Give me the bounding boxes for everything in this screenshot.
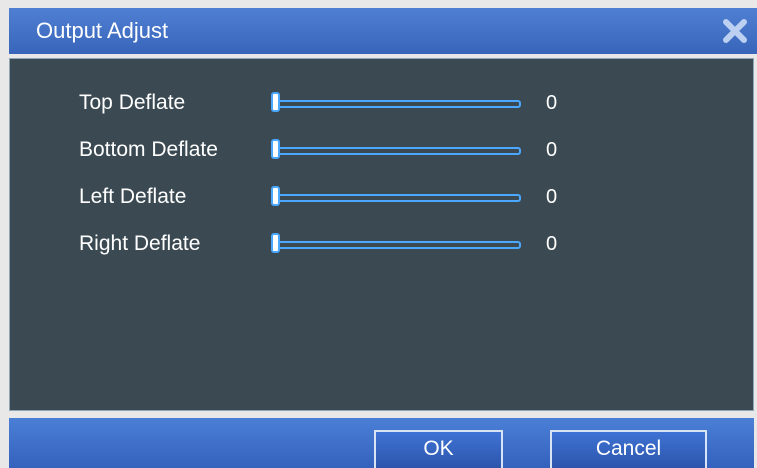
slider-track[interactable] bbox=[274, 147, 521, 155]
close-icon[interactable] bbox=[721, 17, 749, 45]
dialog-title: Output Adjust bbox=[36, 18, 169, 43]
top-deflate-value: 0 bbox=[546, 92, 558, 114]
slider-thumb[interactable] bbox=[271, 186, 280, 206]
bottom-deflate-value: 0 bbox=[546, 139, 558, 161]
left-deflate-slider[interactable] bbox=[271, 186, 521, 208]
top-deflate-slider[interactable] bbox=[271, 92, 521, 114]
right-deflate-label: Right Deflate bbox=[79, 232, 201, 255]
left-deflate-label: Left Deflate bbox=[79, 185, 187, 208]
cancel-button[interactable]: Cancel bbox=[550, 430, 707, 468]
bottom-deflate-row: Bottom Deflate 0 bbox=[10, 135, 753, 165]
right-deflate-value: 0 bbox=[546, 233, 558, 255]
top-deflate-label: Top Deflate bbox=[79, 91, 186, 114]
left-deflate-value: 0 bbox=[546, 186, 558, 208]
slider-thumb[interactable] bbox=[271, 233, 280, 253]
bottom-deflate-label: Bottom Deflate bbox=[79, 138, 218, 161]
button-bar: OK Cancel bbox=[9, 418, 754, 468]
bottom-deflate-slider[interactable] bbox=[271, 139, 521, 161]
slider-track[interactable] bbox=[274, 100, 521, 108]
right-deflate-slider[interactable] bbox=[271, 233, 521, 255]
slider-thumb[interactable] bbox=[271, 92, 280, 112]
output-adjust-dialog: Output Adjust Top Deflate 0 Bottom Defla… bbox=[0, 0, 757, 468]
left-deflate-row: Left Deflate 0 bbox=[10, 182, 753, 212]
settings-panel: Top Deflate 0 Bottom Deflate 0 Left Defl… bbox=[9, 58, 754, 411]
slider-track[interactable] bbox=[274, 194, 521, 202]
slider-track[interactable] bbox=[274, 241, 521, 249]
top-deflate-row: Top Deflate 0 bbox=[10, 88, 753, 118]
right-deflate-row: Right Deflate 0 bbox=[10, 229, 753, 259]
slider-thumb[interactable] bbox=[271, 139, 280, 159]
title-bar[interactable]: Output Adjust bbox=[9, 8, 757, 54]
ok-button[interactable]: OK bbox=[374, 430, 503, 468]
